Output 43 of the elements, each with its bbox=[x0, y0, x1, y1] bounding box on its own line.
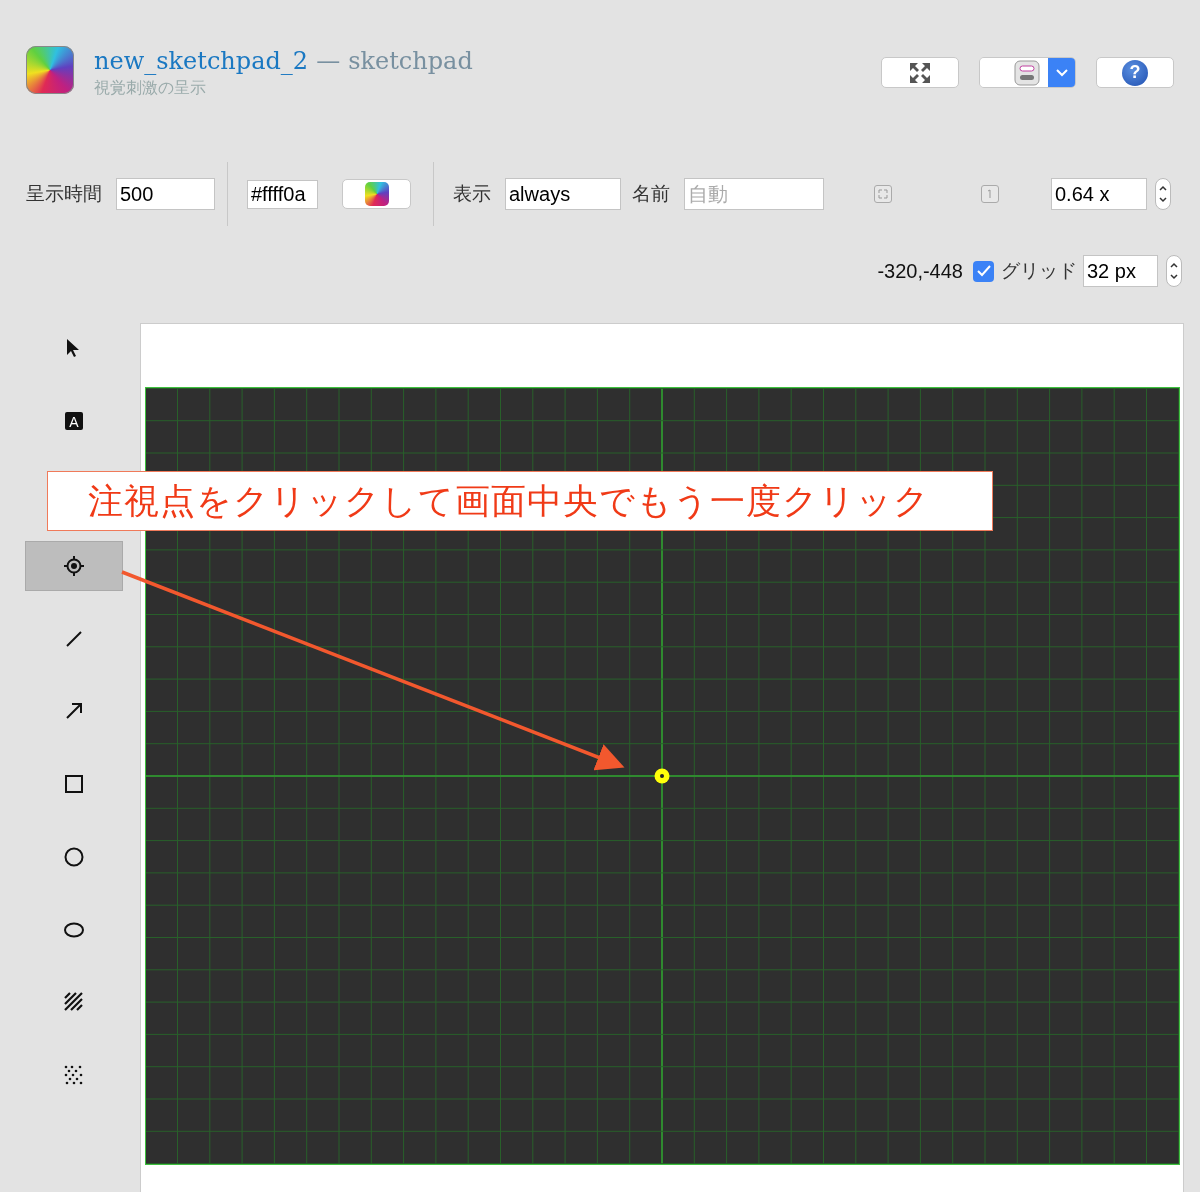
tool-button[interactable] bbox=[25, 541, 123, 592]
cursor-coordinates: -320,-448 bbox=[877, 259, 963, 283]
grid-checkbox[interactable] bbox=[973, 260, 994, 282]
crosshair-icon bbox=[64, 556, 84, 577]
stripes-icon bbox=[64, 992, 84, 1013]
question-icon: ? bbox=[1122, 59, 1148, 86]
duration-field[interactable]: 500 bbox=[116, 178, 215, 210]
duration-label: 呈示時間 bbox=[26, 182, 102, 206]
item-description: 視覚刺激の呈示 bbox=[94, 78, 207, 98]
grid-size-field[interactable]: 32 px bbox=[1083, 255, 1158, 287]
chevron-down-icon bbox=[1055, 68, 1068, 77]
line-icon bbox=[64, 628, 84, 649]
corners-icon bbox=[878, 189, 888, 199]
fullscreen-button[interactable] bbox=[881, 57, 959, 88]
show-label: 表示 bbox=[453, 182, 491, 206]
grid-size-stepper[interactable] bbox=[1166, 255, 1182, 287]
tool-button[interactable]: A bbox=[25, 395, 123, 446]
dropdown-button[interactable] bbox=[1048, 58, 1075, 87]
show-field[interactable]: always bbox=[505, 178, 621, 210]
dots-icon bbox=[64, 1064, 84, 1085]
square-icon bbox=[64, 774, 84, 795]
app-logo bbox=[26, 46, 74, 94]
color-picker-button[interactable] bbox=[342, 179, 411, 209]
name-label: 名前 bbox=[632, 182, 670, 206]
annotation-callout: 注視点をクリックして画面中央でもう一度クリック bbox=[47, 471, 993, 531]
zoom-stepper[interactable] bbox=[1155, 178, 1171, 210]
title-separator: — bbox=[316, 46, 341, 76]
name-field[interactable]: 自動 bbox=[684, 178, 824, 210]
item-title: new_sketchpad_2 bbox=[94, 46, 309, 76]
view-mode-button[interactable] bbox=[980, 58, 1048, 87]
zoom-field[interactable]: 0.64 x bbox=[1051, 178, 1147, 210]
one-icon bbox=[987, 189, 993, 199]
fixation-dot[interactable] bbox=[654, 768, 670, 784]
help-button[interactable]: ? bbox=[1096, 57, 1174, 88]
item-type: sketchpad bbox=[348, 46, 473, 76]
view-mode-split-button[interactable] bbox=[979, 57, 1076, 88]
text-icon: A bbox=[64, 410, 84, 431]
color-wheel-icon bbox=[364, 182, 389, 206]
expand-arrows-icon bbox=[909, 61, 931, 84]
toggle-switches-icon bbox=[1014, 59, 1040, 86]
grid-label: グリッド bbox=[1001, 259, 1077, 283]
color-field[interactable]: #ffff0a bbox=[247, 179, 318, 209]
circle-icon bbox=[64, 846, 84, 867]
